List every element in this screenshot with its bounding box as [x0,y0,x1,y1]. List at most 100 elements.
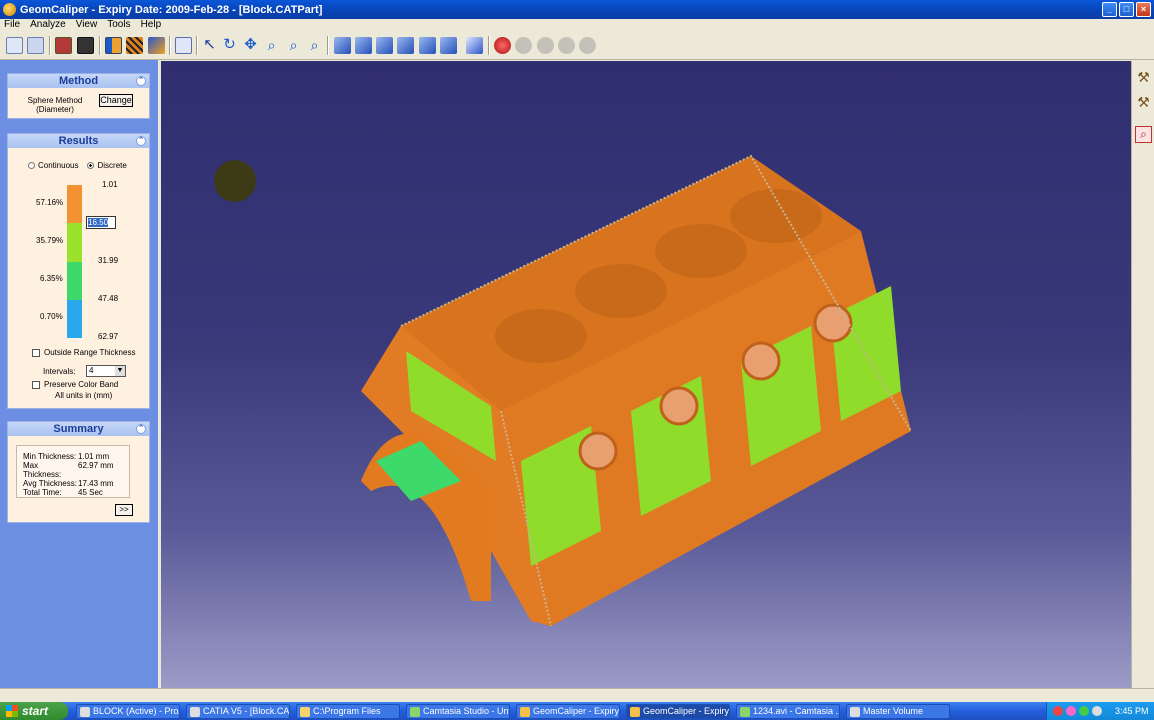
menu-view[interactable]: View [76,19,98,31]
section-icon[interactable] [175,37,192,54]
maximize-button[interactable]: □ [1119,2,1134,17]
tray-icon[interactable] [1066,706,1076,716]
zoom-window-icon[interactable]: ⌕ [263,37,280,54]
hammer-icon[interactable]: ⚒ [1135,69,1152,86]
compass-sphere-icon[interactable] [214,160,256,202]
rotate-icon[interactable]: ↻ [221,37,238,54]
start-button[interactable]: start [0,702,68,720]
summary-value: 45 Sec [78,488,103,497]
folder-icon [300,707,310,717]
intervals-label: Intervals: [43,367,76,376]
color-band [67,299,82,338]
report-icon[interactable] [77,37,94,54]
taskbar-item-label: GeomCaliper - Expiry... [533,706,620,716]
app-icon [3,3,16,16]
summary-title: Summary [53,423,104,435]
left-panel: Method ⌃ Sphere Method (Diameter) Change… [0,60,158,688]
summary-section: Summary ⌃ Min Thickness: 1.01 mm Max Thic… [7,421,150,523]
status-bar [0,688,1154,702]
zoom-out-icon[interactable]: ⌕ [285,37,302,54]
minimize-button[interactable]: _ [1102,2,1117,17]
color-band [67,261,82,300]
taskbar-item-active[interactable]: GeomCaliper - Expiry... [626,704,730,719]
units-label: All units in (mm) [55,391,113,400]
book-icon[interactable] [55,37,72,54]
taskbar-item[interactable]: CATIA V5 - [Block.CA... [186,704,290,719]
window-icon [630,707,640,717]
view-right-icon[interactable] [419,37,436,54]
collapse-icon[interactable]: ⌃ [136,424,146,434]
expand-summary-button[interactable]: >> [115,504,133,516]
record-icon[interactable] [494,37,511,54]
zoom-in-icon[interactable]: ⌕ [306,37,323,54]
intervals-select[interactable]: 4 ▼ [86,365,126,377]
tray-icon[interactable] [1092,706,1102,716]
inspect-icon[interactable]: ⌕ [1135,126,1152,143]
taskbar-item[interactable]: BLOCK (Active) - Pro/... [76,704,180,719]
method-header[interactable]: Method ⌃ [8,74,149,88]
taskbar-item-label: CATIA V5 - [Block.CA... [203,706,290,716]
taskbar-item[interactable]: 1234.avi - Camtasia ... [736,704,840,719]
window-icon [740,707,750,717]
taskbar-item-label: Master Volume [863,706,924,716]
color-map-icon[interactable] [148,37,165,54]
collapse-icon[interactable]: ⌃ [136,76,146,86]
percent-label: 6.35% [40,274,63,283]
value-label: 62.97 [98,332,119,341]
hatch-analysis-icon[interactable] [126,37,143,54]
change-method-button[interactable]: Change [99,94,133,107]
close-button[interactable]: × [1136,2,1151,17]
window-icon [190,707,200,717]
taskbar-item[interactable]: Camtasia Studio - Unt... [406,704,510,719]
continuous-label: Continuous [38,161,79,170]
open-icon[interactable] [27,37,44,54]
disabled-tool-icon [558,37,575,54]
view-front-icon[interactable] [355,37,372,54]
outside-range-checkbox[interactable] [32,348,40,357]
window-icon [80,707,90,717]
color-legend-bar [67,185,82,338]
taskbar-item-label: BLOCK (Active) - Pro/... [93,706,180,716]
speaker-icon [850,707,860,717]
new-document-icon[interactable] [6,37,23,54]
menu-help[interactable]: Help [141,19,162,31]
taskbar-item-label: 1234.avi - Camtasia ... [753,706,840,716]
taskbar-item-label: Camtasia Studio - Unt... [423,706,510,716]
pan-icon[interactable]: ✥ [242,37,259,54]
view-iso-icon[interactable] [334,37,351,54]
view-top-icon[interactable] [440,37,457,54]
wrench-icon[interactable]: ⚒ [1135,94,1152,111]
preserve-color-checkbox[interactable] [32,380,40,389]
results-header[interactable]: Results ⌃ [8,134,149,148]
threshold-input[interactable]: 16.50 [86,216,116,229]
3d-viewport[interactable] [161,61,1131,688]
menu-tools[interactable]: Tools [107,19,130,31]
toolbar-separator [327,36,329,55]
tray-icon[interactable] [1079,706,1089,716]
thickness-analysis-icon[interactable] [105,37,122,54]
method-subname: (Diameter) [36,105,74,114]
view-bottom-icon[interactable] [466,37,483,54]
taskbar-item[interactable]: GeomCaliper - Expiry... [516,704,620,719]
tray-icon[interactable] [1053,706,1063,716]
taskbar-item[interactable]: C:\Program Files [296,704,400,719]
taskbar-item-label: C:\Program Files [313,706,381,716]
title-bar: GeomCaliper - Expiry Date: 2009-Feb-28 -… [0,0,1154,19]
percent-label: 35.79% [36,236,64,245]
summary-value: 1.01 mm [78,452,110,461]
menu-analyze[interactable]: Analyze [30,19,66,31]
continuous-radio[interactable] [28,162,35,169]
collapse-icon[interactable]: ⌃ [136,136,146,146]
view-back-icon[interactable] [376,37,393,54]
view-left-icon[interactable] [397,37,414,54]
taskbar-item[interactable]: Master Volume [846,704,950,719]
value-label: 1.01 [102,180,118,189]
clock: 3:45 PM [1115,706,1149,716]
summary-header[interactable]: Summary ⌃ [8,422,149,436]
menu-file[interactable]: File [4,19,20,31]
chevron-down-icon[interactable]: ▼ [115,366,125,376]
toolbar: ↖ ↻ ✥ ⌕ ⌕ ⌕ [0,31,1154,60]
method-name: Sphere Method [27,96,83,105]
select-arrow-icon[interactable]: ↖ [201,37,218,54]
discrete-radio[interactable] [87,162,95,169]
